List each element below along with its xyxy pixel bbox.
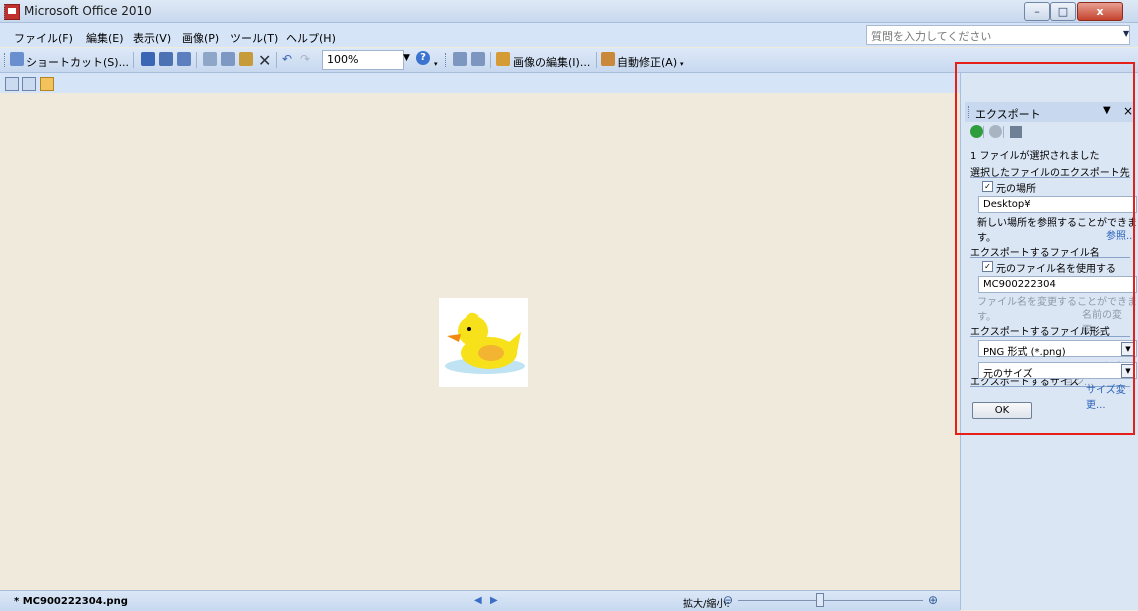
zoom-slider-track[interactable] [738, 600, 923, 601]
autocorrect-button[interactable]: 自動修正(A) [617, 54, 677, 70]
copy-icon[interactable] [221, 52, 235, 66]
rotate-left-icon[interactable] [453, 52, 467, 66]
menu-grip-icon[interactable] [4, 5, 8, 19]
next-picture-icon[interactable]: ▶ [490, 595, 498, 606]
shortcut-button[interactable]: ショートカット(S)... [26, 54, 129, 70]
zoom-value: 100% [327, 53, 359, 66]
menu-edit[interactable]: 編集(E) [86, 30, 124, 46]
current-file-name: * MC900222304.png [14, 596, 128, 607]
edit-picture-icon[interactable] [496, 52, 510, 66]
close-button[interactable]: x [1077, 2, 1123, 21]
menu-help[interactable]: ヘルプ(H) [286, 30, 336, 46]
minimize-button[interactable]: – [1024, 2, 1050, 21]
toolbar-grip-icon[interactable] [445, 53, 449, 67]
edit-picture-button[interactable]: 画像の編集(I)... [513, 54, 590, 70]
menu-file[interactable]: ファイル(F) [14, 30, 73, 46]
zoom-dropdown-icon[interactable]: ▼ [403, 53, 410, 63]
toolbar-grip-icon[interactable] [4, 53, 8, 67]
autocorrect-icon[interactable] [601, 52, 615, 66]
zoom-out-icon[interactable]: ⊖ [723, 593, 733, 607]
menu-tools[interactable]: ツール(T) [230, 30, 278, 46]
duck-image [445, 312, 525, 374]
toolbar-separator [196, 52, 197, 68]
view-mode-bar [0, 73, 960, 93]
help-search-placeholder: 質問を入力してください [871, 30, 992, 43]
title-bar [0, 0, 1138, 23]
shortcut-icon[interactable] [10, 52, 24, 66]
zoom-combo[interactable]: 100% [322, 50, 404, 70]
rotate-right-icon[interactable] [471, 52, 485, 66]
redo-icon[interactable]: ↷ [300, 52, 310, 66]
maximize-button[interactable]: □ [1050, 2, 1076, 21]
thumbnail-view-icon[interactable] [5, 77, 19, 91]
toolbar-separator [596, 52, 597, 68]
delete-icon[interactable]: ✕ [258, 51, 271, 70]
filmstrip-view-icon[interactable] [22, 77, 36, 91]
help-search-input[interactable]: 質問を入力してください [866, 25, 1130, 45]
highlight-box [955, 62, 1135, 435]
toolbar-separator [490, 52, 491, 68]
undo-icon[interactable]: ↶ [282, 52, 292, 66]
window-title: Microsoft Office 2010 [24, 4, 152, 18]
zoom-slider-thumb[interactable] [816, 593, 825, 607]
email-icon[interactable] [177, 52, 191, 66]
help-icon[interactable]: ? [416, 51, 430, 65]
cut-icon[interactable] [203, 52, 217, 66]
previous-picture-icon[interactable]: ◀ [474, 595, 482, 606]
duck-picture[interactable] [439, 298, 528, 387]
zoom-in-icon[interactable]: ⊕ [928, 593, 938, 607]
menu-view[interactable]: 表示(V) [133, 30, 171, 46]
paste-icon[interactable] [239, 52, 253, 66]
save-icon[interactable] [141, 52, 155, 66]
single-view-icon[interactable] [40, 77, 54, 91]
help-search-dropdown-icon[interactable]: ▼ [1123, 29, 1133, 39]
toolbar-overflow-icon[interactable]: ▾ [680, 60, 684, 68]
toolbar-overflow-icon[interactable]: ▾ [434, 60, 438, 68]
toolbar-separator [276, 52, 277, 68]
print-icon[interactable] [159, 52, 173, 66]
menu-picture[interactable]: 画像(P) [182, 30, 219, 46]
toolbar-separator [133, 52, 134, 68]
